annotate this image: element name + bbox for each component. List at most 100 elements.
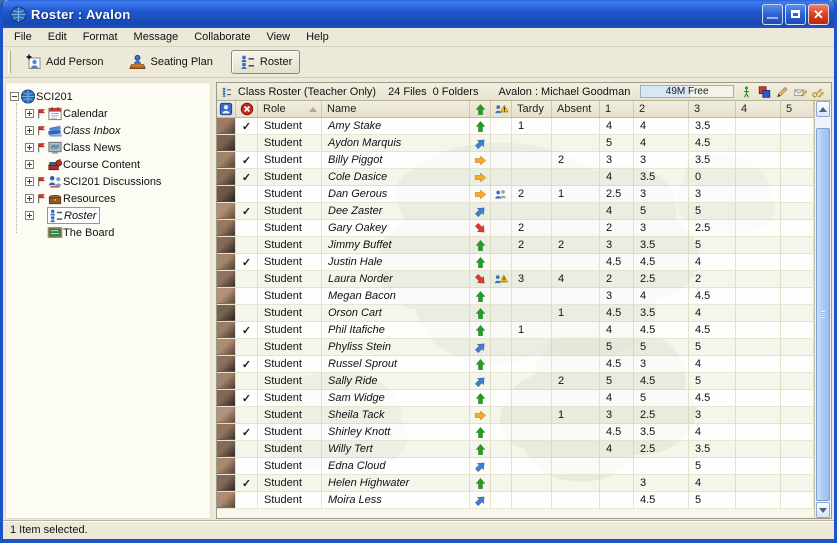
expand-icon[interactable] [25, 160, 34, 169]
column-header-status[interactable] [236, 101, 258, 117]
student-photo[interactable] [217, 390, 236, 407]
tree-expander[interactable] [23, 143, 35, 152]
close-button[interactable]: ✕ [808, 4, 829, 25]
student-photo[interactable] [217, 135, 236, 152]
student-photo[interactable] [217, 322, 236, 339]
student-photo[interactable] [217, 356, 236, 373]
student-photo[interactable] [217, 169, 236, 186]
column-header-grade-4[interactable]: 4 [736, 101, 781, 117]
roster-row-dee-zaster[interactable]: ✓StudentDee Zaster455 [217, 203, 814, 220]
expand-icon[interactable] [25, 143, 34, 152]
expand-icon[interactable] [25, 194, 34, 203]
mail-edit-icon[interactable] [794, 85, 807, 99]
menu-help[interactable]: Help [298, 29, 337, 45]
roster-row-edna-cloud[interactable]: StudentEdna Cloud5 [217, 458, 814, 475]
roster-row-jimmy-buffet[interactable]: StudentJimmy Buffet2233.55 [217, 237, 814, 254]
student-photo[interactable] [217, 407, 236, 424]
toolbar-grip[interactable] [8, 51, 11, 73]
column-header-role[interactable]: Role [258, 101, 322, 117]
roster-row-orson-cart[interactable]: StudentOrson Cart14.53.54 [217, 305, 814, 322]
menu-view[interactable]: View [258, 29, 298, 45]
tree-expander[interactable] [23, 160, 35, 169]
tree-expander[interactable] [23, 177, 35, 186]
student-photo[interactable] [217, 458, 236, 475]
expand-icon[interactable] [25, 109, 34, 118]
roster-row-moira-less[interactable]: StudentMoira Less4.55 [217, 492, 814, 509]
student-photo[interactable] [217, 339, 236, 356]
vertical-scrollbar[interactable] [814, 101, 831, 518]
scrollbar-thumb[interactable] [816, 128, 830, 501]
roster-row-gary-oakey[interactable]: StudentGary Oakey2232.5 [217, 220, 814, 237]
menu-format[interactable]: Format [75, 29, 126, 45]
menu-collaborate[interactable]: Collaborate [186, 29, 258, 45]
layers-icon[interactable] [758, 85, 771, 99]
title-bar[interactable]: Roster : Avalon — ✕ [3, 0, 834, 28]
student-photo[interactable] [217, 441, 236, 458]
student-photo[interactable] [217, 373, 236, 390]
tree-expander[interactable] [23, 109, 35, 118]
maximize-button[interactable] [785, 4, 806, 25]
student-photo[interactable] [217, 305, 236, 322]
student-photo[interactable] [217, 475, 236, 492]
status-person-icon[interactable] [740, 85, 753, 99]
sidebar-item-class-inbox[interactable]: Class Inbox [6, 122, 210, 139]
column-header-tardy[interactable]: Tardy [512, 101, 552, 117]
roster-row-phyliss-stein[interactable]: StudentPhyliss Stein555 [217, 339, 814, 356]
roster-row-billy-piggot[interactable]: ✓StudentBilly Piggot2333.5 [217, 152, 814, 169]
tree-expander[interactable] [23, 194, 35, 203]
expand-icon[interactable] [25, 211, 34, 220]
seating-plan-button[interactable]: Seating Plan [121, 50, 220, 74]
student-photo[interactable] [217, 118, 236, 135]
roster-row-helen-highwater[interactable]: ✓StudentHelen Highwater34 [217, 475, 814, 492]
column-header-grade-2[interactable]: 2 [634, 101, 689, 117]
add-person-button[interactable]: Add Person [17, 50, 111, 74]
scroll-up-button[interactable] [816, 101, 830, 117]
roster-row-justin-hale[interactable]: ✓StudentJustin Hale4.54.54 [217, 254, 814, 271]
scroll-down-button[interactable] [816, 502, 830, 518]
menu-message[interactable]: Message [126, 29, 187, 45]
sidebar-item-roster[interactable]: Roster [6, 207, 210, 224]
sidebar-item-sci201[interactable]: SCI201 [6, 88, 210, 105]
expand-icon[interactable] [25, 126, 34, 135]
collapse-icon[interactable] [10, 92, 19, 101]
roster-row-amy-stake[interactable]: ✓StudentAmy Stake1443.5 [217, 118, 814, 135]
roster-row-sam-widge[interactable]: ✓StudentSam Widge454.5 [217, 390, 814, 407]
student-photo[interactable] [217, 288, 236, 305]
key-edit-icon[interactable] [812, 85, 825, 99]
sidebar-item-resources[interactable]: Resources [6, 190, 210, 207]
student-photo[interactable] [217, 152, 236, 169]
tree-expander[interactable] [23, 211, 35, 220]
roster-row-phil-itafiche[interactable]: ✓StudentPhil Itafiche144.54.5 [217, 322, 814, 339]
column-header-trend[interactable] [470, 101, 491, 117]
tree-expander[interactable] [23, 126, 35, 135]
sidebar-item-calendar[interactable]: Calendar [6, 105, 210, 122]
column-header-alert[interactable] [491, 101, 512, 117]
column-header-name[interactable]: Name [322, 101, 470, 117]
column-header-grade-5[interactable]: 5 [781, 101, 814, 117]
roster-row-cole-dasice[interactable]: ✓StudentCole Dasice43.50 [217, 169, 814, 186]
student-photo[interactable] [217, 203, 236, 220]
sidebar-item-sci201-discussions[interactable]: SCI201 Discussions [6, 173, 210, 190]
roster-row-laura-norder[interactable]: StudentLaura Norder3422.52 [217, 271, 814, 288]
student-photo[interactable] [217, 186, 236, 203]
student-photo[interactable] [217, 254, 236, 271]
sidebar-item-class-news[interactable]: Class News [6, 139, 210, 156]
column-header-grade-3[interactable]: 3 [689, 101, 736, 117]
student-photo[interactable] [217, 271, 236, 288]
sidebar-item-course-content[interactable]: Course Content [6, 156, 210, 173]
roster-row-megan-bacon[interactable]: StudentMegan Bacon344.5 [217, 288, 814, 305]
student-photo[interactable] [217, 492, 236, 509]
column-header-absent[interactable]: Absent [552, 101, 600, 117]
roster-row-dan-gerous[interactable]: StudentDan Gerous212.533 [217, 186, 814, 203]
roster-row-russel-sprout[interactable]: ✓StudentRussel Sprout4.534 [217, 356, 814, 373]
column-header-photo[interactable] [217, 101, 236, 117]
student-photo[interactable] [217, 237, 236, 254]
menu-file[interactable]: File [6, 29, 40, 45]
tree-expander[interactable] [8, 92, 20, 101]
student-photo[interactable] [217, 424, 236, 441]
menu-edit[interactable]: Edit [40, 29, 75, 45]
pencil-icon[interactable] [776, 85, 789, 99]
roster-row-aydon-marquis[interactable]: StudentAydon Marquis544.5 [217, 135, 814, 152]
roster-row-sally-ride[interactable]: StudentSally Ride254.55 [217, 373, 814, 390]
expand-icon[interactable] [25, 177, 34, 186]
